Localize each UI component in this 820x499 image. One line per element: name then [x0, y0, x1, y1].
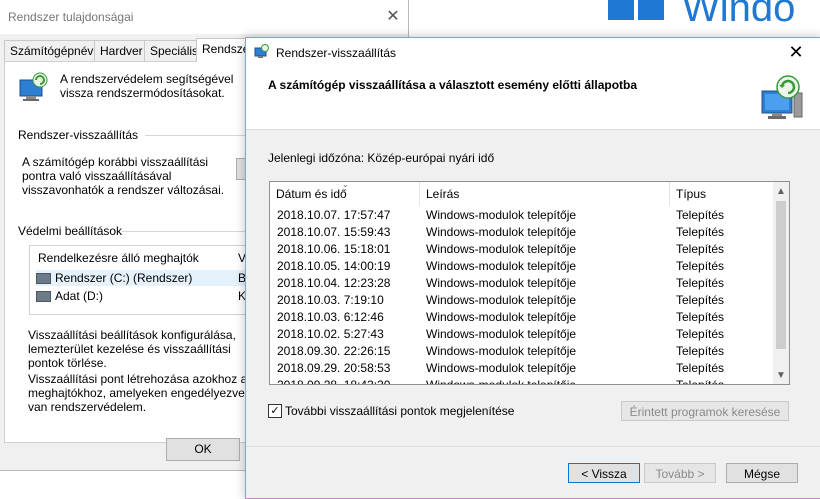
table-row[interactable]: 2018.10.04. 12:23:28 Windows-modulok tel… — [270, 275, 773, 292]
row-date: 2018.10.05. 14:00:19 — [277, 259, 391, 273]
row-description: Windows-modulok telepítője — [426, 259, 577, 273]
system-restore-large-icon — [761, 75, 803, 119]
row-date: 2018.10.03. 7:19:10 — [277, 293, 384, 307]
row-description: Windows-modulok telepítője — [426, 344, 577, 358]
drive-row-c[interactable]: Rendszer (C:) (Rendszer) B — [36, 270, 258, 286]
row-type: Telepítés — [676, 276, 725, 290]
table-row[interactable]: 2018.10.02. 5:27:43 Windows-modulok tele… — [270, 326, 773, 343]
protection-group-divider — [122, 231, 245, 232]
row-description: Windows-modulok telepítője — [426, 310, 577, 324]
table-row[interactable]: 2018.10.05. 14:00:19 Windows-modulok tel… — [270, 258, 773, 275]
scroll-up-icon[interactable]: ▲ — [773, 183, 789, 200]
column-header-type[interactable]: Típus — [670, 182, 773, 206]
data-drive-icon — [36, 291, 51, 303]
close-icon[interactable]: ✕ — [784, 40, 808, 64]
show-more-label[interactable]: További visszaállítási pontok megjelenít… — [285, 404, 514, 418]
row-date: 2018.09.30. 22:26:15 — [277, 344, 391, 358]
scrollbar-thumb[interactable] — [776, 201, 786, 349]
row-type: Telepítés — [676, 378, 725, 385]
row-date: 2018.10.07. 15:59:43 — [277, 225, 391, 239]
restore-description: A számítógép korábbi visszaállítási pont… — [22, 155, 225, 197]
row-description: Windows-modulok telepítője — [426, 361, 577, 375]
table-row[interactable]: 2018.10.07. 17:57:47 Windows-modulok tel… — [270, 207, 773, 224]
row-description: Windows-modulok telepítője — [426, 276, 577, 290]
system-restore-title: Rendszer-visszaállítás — [276, 46, 397, 60]
system-properties-title: Rendszer tulajdonságai — [8, 10, 134, 24]
tab-hardware[interactable]: Hardver — [94, 40, 149, 61]
show-more-checkbox[interactable]: ✓ — [268, 404, 282, 418]
footer-divider — [246, 446, 820, 447]
row-description: Windows-modulok telepítője — [426, 293, 577, 307]
tab-computer-name[interactable]: Számítógépnév — [4, 40, 100, 61]
back-button[interactable]: < Vissza — [568, 463, 640, 483]
system-restore-icon — [254, 44, 269, 58]
windows-logo-icon — [608, 0, 678, 22]
column-header-description[interactable]: Leírás — [420, 182, 670, 206]
row-type: Telepítés — [676, 208, 725, 222]
next-button[interactable]: Tovább > — [644, 463, 716, 483]
row-date: 2018.09.28. 18:43:30 — [277, 378, 391, 385]
table-scrollbar[interactable]: ▲ ▼ — [773, 182, 789, 384]
row-description: Windows-modulok telepítője — [426, 242, 577, 256]
scan-affected-programs-button[interactable]: Érintett programok keresése — [621, 401, 789, 421]
column-header-date-label: Dátum és idő — [276, 187, 347, 201]
drive-row-d[interactable]: Adat (D:) K — [36, 288, 258, 304]
row-type: Telepítés — [676, 242, 725, 256]
restore-group-label: Rendszer-visszaállítás — [18, 128, 139, 142]
page-title: A számítógép visszaállítása a választott… — [268, 78, 638, 92]
system-restore-dialog: Rendszer-visszaállítás ✕ A számítógép vi… — [245, 37, 820, 499]
row-description: Windows-modulok telepítője — [426, 208, 577, 222]
system-drive-icon — [36, 273, 51, 285]
system-protection-icon — [19, 72, 48, 101]
ok-button[interactable]: OK — [166, 438, 240, 461]
configure-description: Visszaállítási beállítások konfigurálása… — [28, 328, 236, 370]
row-description: Windows-modulok telepítője — [426, 327, 577, 341]
table-row[interactable]: 2018.10.03. 6:12:46 Windows-modulok tele… — [270, 309, 773, 326]
available-drives-header: Rendelkezésre álló meghajtók — [38, 251, 199, 265]
system-restore-titlebar: Rendszer-visszaállítás ✕ — [246, 38, 820, 67]
row-type: Telepítés — [676, 327, 725, 341]
row-date: 2018.10.04. 12:23:28 — [277, 276, 391, 290]
system-protection-intro: A rendszervédelem segítségével vissza re… — [60, 72, 234, 100]
system-restore-header: A számítógép visszaállítása a választott… — [246, 67, 820, 130]
row-date: 2018.10.03. 6:12:46 — [277, 310, 384, 324]
row-date: 2018.09.29. 20:58:53 — [277, 361, 391, 375]
table-row[interactable]: 2018.09.30. 22:26:15 Windows-modulok tel… — [270, 343, 773, 360]
drive-name: Adat (D:) — [55, 289, 104, 303]
windows-brand-text: Windo — [682, 0, 796, 30]
row-description: Windows-modulok telepítője — [426, 378, 577, 385]
protection-group-label: Védelmi beállítások — [18, 224, 123, 238]
timezone-label: Jelenlegi időzóna: Közép-európai nyári i… — [268, 151, 495, 165]
restore-group-divider — [145, 135, 245, 136]
restore-points-table: ⌄ Dátum és idő Leírás Típus 2018.10.07. … — [269, 181, 790, 385]
drive-name: Rendszer (C:) (Rendszer) — [55, 271, 193, 285]
row-type: Telepítés — [676, 361, 725, 375]
row-type: Telepítés — [676, 310, 725, 324]
table-row[interactable]: 2018.09.29. 20:58:53 Windows-modulok tel… — [270, 360, 773, 377]
table-row[interactable]: 2018.09.28. 18:43:30 Windows-modulok tel… — [270, 377, 773, 385]
row-type: Telepítés — [676, 344, 725, 358]
row-date: 2018.10.06. 15:18:01 — [277, 242, 391, 256]
row-type: Telepítés — [676, 225, 725, 239]
row-type: Telepítés — [676, 259, 725, 273]
close-icon[interactable]: ✕ — [384, 6, 402, 26]
column-header-date[interactable]: ⌄ Dátum és idő — [270, 182, 420, 206]
table-row[interactable]: 2018.10.03. 7:19:10 Windows-modulok tele… — [270, 292, 773, 309]
cancel-button[interactable]: Mégse — [726, 463, 798, 483]
row-date: 2018.10.07. 17:57:47 — [277, 208, 391, 222]
row-description: Windows-modulok telepítője — [426, 225, 577, 239]
available-drives-list: Rendelkezésre álló meghajtók V Rendszer … — [29, 245, 261, 315]
table-row[interactable]: 2018.10.06. 15:18:01 Windows-modulok tel… — [270, 241, 773, 258]
sort-indicator-icon: ⌄ — [342, 181, 349, 189]
row-date: 2018.10.02. 5:27:43 — [277, 327, 384, 341]
system-properties-titlebar: Rendszer tulajdonságai ✕ — [0, 0, 408, 34]
create-description: Visszaállítási pont létrehozása azokhoz … — [28, 372, 248, 414]
table-row[interactable]: 2018.10.07. 15:59:43 Windows-modulok tel… — [270, 224, 773, 241]
scroll-down-icon[interactable]: ▼ — [773, 367, 789, 384]
row-type: Telepítés — [676, 293, 725, 307]
